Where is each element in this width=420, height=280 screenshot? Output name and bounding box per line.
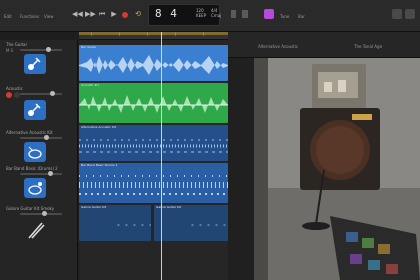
track-header[interactable]: Alternative Acoustic Kit bbox=[0, 128, 78, 168]
drummer-region[interactable]: Galore Guitar Kit bbox=[154, 205, 228, 241]
panel-sidebar bbox=[228, 58, 254, 280]
panel-subtitle: The Tonal Age bbox=[354, 44, 383, 49]
volume-slider[interactable] bbox=[20, 47, 62, 52]
drum-kit-icon bbox=[24, 178, 46, 198]
track-header[interactable]: Bar Band Basic (Drums) 2 bbox=[0, 164, 78, 204]
volume-knob[interactable] bbox=[48, 171, 53, 176]
go-to-start-icon[interactable]: ⏮ bbox=[98, 10, 106, 18]
volume-slider[interactable] bbox=[20, 211, 62, 216]
drum-pattern bbox=[79, 139, 228, 153]
waveform bbox=[79, 95, 228, 113]
lcd-display[interactable]: 8 4 120 KEEP 4/4 Cmaj bbox=[148, 4, 221, 26]
volume-slider[interactable] bbox=[20, 135, 62, 140]
region-label: Bar Band Basic Drums 2 bbox=[81, 163, 118, 167]
lcd-key-value: Cmaj bbox=[211, 13, 222, 18]
playhead[interactable] bbox=[161, 32, 162, 280]
drummer-region[interactable]: Galore Guitar Kit bbox=[79, 205, 151, 241]
track-header[interactable]: Galore Guitar Kit Smoky bbox=[0, 204, 78, 244]
rewind-icon[interactable]: ◀◀ bbox=[72, 10, 83, 18]
drummer-region[interactable]: Bar Band Basic Drums 2 bbox=[79, 163, 228, 203]
track-header[interactable]: Acoustic bbox=[0, 84, 78, 124]
smart-tempo-button[interactable] bbox=[264, 9, 274, 19]
browser-icon[interactable] bbox=[405, 9, 415, 19]
panel-title: Alternative Acoustic bbox=[258, 44, 299, 49]
guitar-icon bbox=[24, 54, 46, 74]
volume-knob[interactable] bbox=[42, 211, 47, 216]
plugin-panel: Alternative Acoustic The Tonal Age bbox=[228, 32, 420, 280]
waveform bbox=[79, 55, 228, 75]
panel-header: Alternative Acoustic The Tonal Age bbox=[228, 32, 420, 58]
lcd-position: 8 4 bbox=[155, 7, 178, 20]
track-header[interactable]: The Guitar M S bbox=[0, 40, 78, 80]
volume-slider[interactable] bbox=[20, 91, 62, 96]
drumsticks-icon bbox=[26, 220, 46, 240]
timeline-ruler[interactable] bbox=[79, 32, 228, 40]
play-icon[interactable]: ▶ bbox=[110, 10, 118, 18]
region-label: Galore Guitar Kit bbox=[156, 205, 182, 209]
drum-pattern bbox=[191, 224, 228, 226]
volume-slider[interactable] bbox=[20, 171, 62, 176]
menu-functions[interactable]: Functions bbox=[20, 14, 39, 19]
tuner-icon[interactable] bbox=[242, 10, 248, 18]
region-label: Acoustic #1 bbox=[81, 83, 99, 87]
region-label: Bar Guitar bbox=[81, 45, 97, 49]
record-button[interactable] bbox=[122, 12, 128, 18]
amp-photo bbox=[254, 58, 420, 280]
library-icon[interactable] bbox=[392, 9, 402, 19]
metronome-icon[interactable] bbox=[231, 10, 236, 18]
control-bar: Edit Functions View ◀◀ ▶▶ ⏮ ▶ ⟲ 8 4 120 … bbox=[0, 0, 420, 32]
cycle-icon[interactable]: ⟲ bbox=[134, 10, 142, 18]
lcd-tempo-label: KEEP bbox=[196, 13, 207, 18]
menu-bar[interactable]: Bar bbox=[298, 14, 305, 19]
tracks-area[interactable]: Bar Guitar Acoustic #1 Alternative Acous… bbox=[79, 40, 228, 280]
track-name[interactable]: Galore Guitar Kit Smoky bbox=[6, 206, 54, 211]
drum-kit-icon bbox=[24, 142, 46, 162]
audio-region[interactable]: Bar Guitar bbox=[79, 45, 228, 81]
drummer-region[interactable]: Alternative Acoustic Kit bbox=[79, 125, 228, 161]
region-label: Galore Guitar Kit bbox=[81, 205, 107, 209]
menu-tune[interactable]: Tune bbox=[280, 14, 289, 19]
lcd-key: 4/4 Cmaj bbox=[211, 8, 221, 18]
drum-pattern bbox=[117, 224, 151, 226]
cycle-region[interactable] bbox=[79, 32, 228, 35]
menu-view[interactable]: View bbox=[44, 14, 54, 19]
guitar-icon bbox=[24, 100, 46, 120]
track-headers: The Guitar M S Acoustic Alternative Acou… bbox=[0, 40, 78, 280]
volume-knob[interactable] bbox=[44, 135, 49, 140]
track-name[interactable]: Acoustic bbox=[6, 86, 23, 91]
volume-knob[interactable] bbox=[46, 47, 51, 52]
lcd-tempo: 120 KEEP bbox=[196, 8, 206, 18]
forward-icon[interactable]: ▶▶ bbox=[85, 10, 96, 18]
menu-edit[interactable]: Edit bbox=[4, 14, 12, 19]
track-name[interactable]: The Guitar bbox=[6, 42, 27, 47]
volume-knob[interactable] bbox=[50, 91, 55, 96]
drum-pattern bbox=[79, 175, 228, 195]
record-enable-button[interactable] bbox=[6, 92, 12, 98]
region-label: Alternative Acoustic Kit bbox=[81, 125, 116, 129]
audio-region[interactable]: Acoustic #1 bbox=[79, 83, 228, 123]
mute-solo-icon[interactable]: M S bbox=[6, 48, 13, 53]
